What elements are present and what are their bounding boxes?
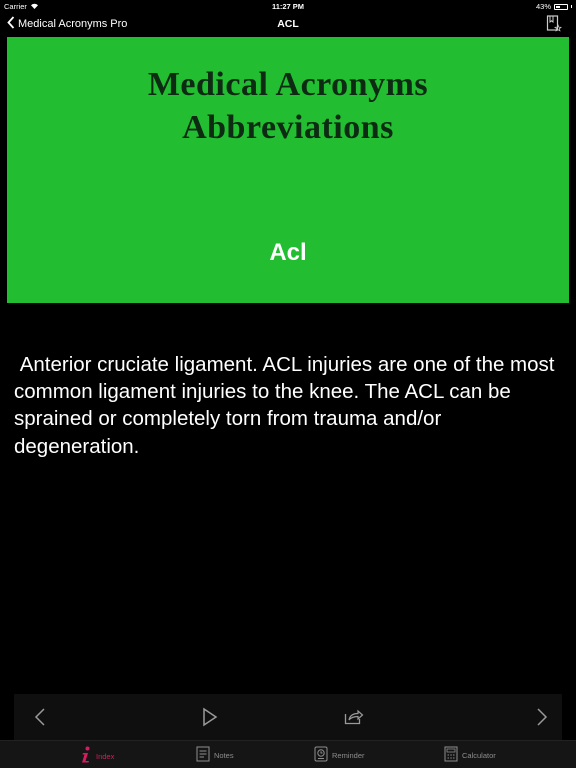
battery-tip [571,5,572,8]
play-icon [202,707,218,731]
header-banner: Medical Acronyms Abbreviations Acl [7,37,569,303]
tab-notes[interactable]: Notes [196,746,234,764]
tab-reminder[interactable]: Reminder [314,746,365,764]
next-button[interactable] [536,707,548,732]
share-icon [344,709,364,729]
banner-title: Medical Acronyms Abbreviations [7,63,569,149]
tab-notes-label: Notes [214,750,234,760]
battery-icon [554,3,568,10]
play-button[interactable] [202,707,218,732]
info-icon [80,746,92,766]
tab-index[interactable]: Index [80,746,114,766]
status-time: 11:27 PM [271,2,305,11]
share-button[interactable] [344,709,364,730]
status-bar: Carrier 11:27 PM 43% [0,0,576,12]
tab-index-label: Index [96,751,115,761]
tab-reminder-label: Reminder [332,750,365,760]
acronym-term: Acl [269,239,307,266]
bookmark-icon [546,15,562,37]
status-right: 43% [536,2,572,11]
reminder-icon [314,746,328,764]
tab-bar: Index Notes Reminder Calculator [0,740,576,768]
navigation-bar: Medical Acronyms Pro ACL [0,12,576,36]
previous-button[interactable] [34,707,46,732]
calculator-icon [444,746,458,764]
chevron-right-icon [536,708,548,731]
notes-icon [196,746,210,764]
banner-title-line1: Medical Acronyms [147,66,429,103]
page-title: ACL [277,18,299,30]
player-toolbar [14,694,562,740]
battery-percent: 43% [535,2,551,11]
definition-text: Anterior cruciate ligament. ACL injuries… [14,353,561,458]
tab-calculator-label: Calculator [462,750,496,760]
banner-title-line2: Abbreviations [182,109,394,146]
chevron-left-icon [34,708,46,731]
bookmark-add-button[interactable] [546,15,562,38]
tab-calculator[interactable]: Calculator [444,746,496,764]
